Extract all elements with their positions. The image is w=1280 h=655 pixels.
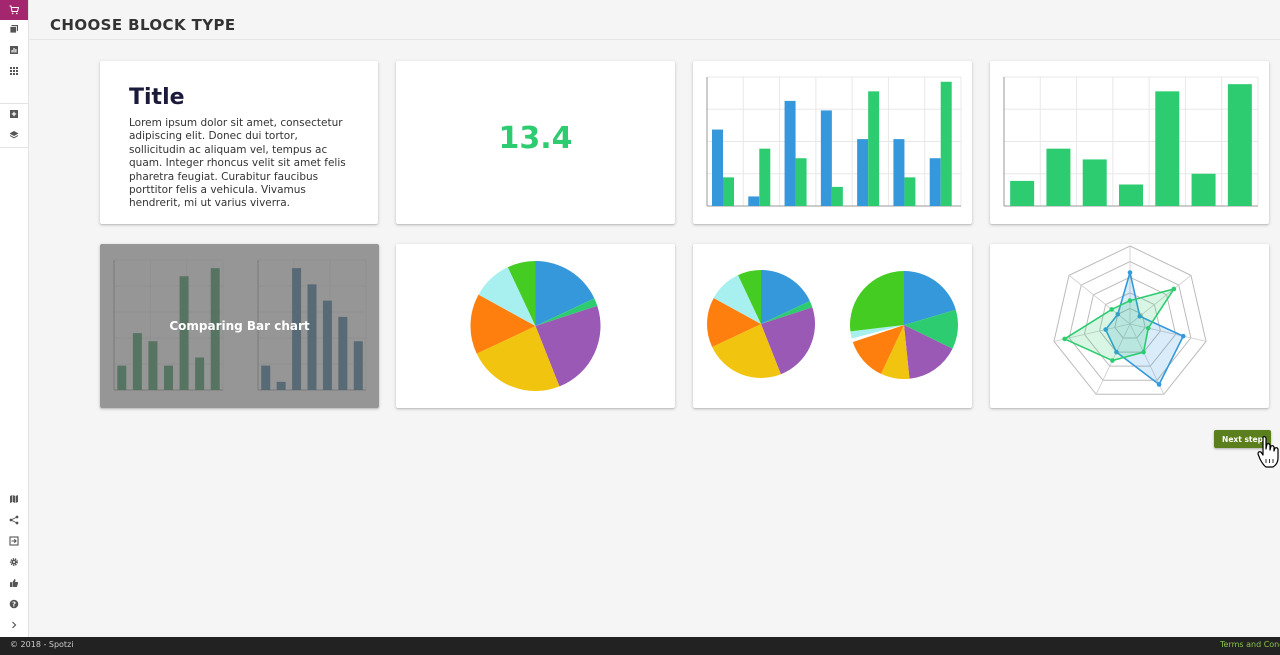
radar-point [1127,270,1133,275]
page-title: CHOOSE BLOCK TYPE [50,16,236,34]
sidebar-item-share[interactable] [0,510,28,530]
bar [1191,173,1216,206]
block-option-grouped-bar-chart[interactable] [693,61,972,224]
bar [904,177,916,206]
radar-point [1109,307,1115,312]
radar-point [1141,349,1146,355]
bar [1119,184,1143,206]
sidebar-item-layers[interactable] [0,125,28,145]
block-option-comparing-pie-chart[interactable] [693,244,972,408]
gear-icon [10,558,18,566]
map-icon [10,495,18,503]
bar [1010,180,1035,206]
hand-cursor-icon [1257,436,1279,468]
number-block-value: 13.4 [498,121,573,156]
radar-point [1110,358,1115,363]
add-box-icon [10,110,18,118]
block-option-comparing-bar-chart[interactable]: Comparing Bar chart [100,244,379,408]
grouped-bar-chart [706,76,962,207]
bar [1046,148,1071,206]
block-option-number[interactable]: 13.4 [396,61,675,224]
svg-text:?: ? [12,601,16,609]
sidebar-item-reports[interactable] [0,40,28,60]
bar [795,158,807,206]
footer-copyright: © 2018 - Spotzi [10,640,74,649]
bar [940,81,952,206]
bar [723,177,734,206]
bar-chart-icon [10,46,18,54]
radar-point [1127,298,1133,303]
bar [1082,159,1107,206]
title-block-body: Lorem ipsum dolor sit amet, consectetur … [129,117,346,210]
sidebar-item-help[interactable]: ? [0,594,28,614]
header-divider [29,39,1280,40]
block-option-bar-chart[interactable] [990,61,1269,224]
hover-overlay: Comparing Bar chart [100,244,379,408]
sidebar-item-feedback[interactable] [0,573,28,593]
help-icon: ? [9,599,19,609]
pie-slice [850,271,904,332]
layers-icon [9,131,19,139]
bar [784,100,796,206]
radar-point [1145,325,1151,331]
radar-point [1156,382,1162,387]
grid-icon [10,67,18,75]
comparing-bar-label: Comparing Bar chart [169,319,310,333]
sidebar: ? [0,0,29,637]
images-icon [9,25,18,34]
block-option-radar-chart[interactable] [990,244,1269,408]
sidebar-item-cart[interactable] [0,0,28,20]
bar [1155,91,1180,206]
chevron-right-icon [12,621,17,629]
title-block-heading: Title [129,85,185,110]
sidebar-divider [0,147,28,148]
sidebar-item-images[interactable] [0,19,28,39]
sidebar-item-map[interactable] [0,489,28,509]
bar-chart [1003,76,1259,207]
radar-point [1062,336,1067,342]
radar-point [1171,286,1177,292]
bar [831,186,843,206]
bar [759,148,771,206]
bar [929,158,941,206]
cart-icon [9,5,19,15]
pie-chart [470,261,601,391]
logout-icon [9,536,19,546]
sidebar-item-logout[interactable] [0,531,28,551]
block-option-pie-chart[interactable] [396,244,675,408]
bar [820,110,832,206]
radar-chart [1053,245,1207,395]
bar [748,196,760,206]
terms-link[interactable]: Terms and Conditi [1220,640,1280,649]
sidebar-item-grid[interactable] [0,61,28,81]
bar [1227,84,1252,206]
sidebar-item-add[interactable] [0,104,28,124]
bar [857,139,869,206]
block-option-title-text[interactable]: Title Lorem ipsum dolor sit amet, consec… [100,61,378,224]
bar [868,91,880,206]
bar [712,129,723,206]
sidebar-expand-toggle[interactable] [0,615,28,635]
thumbs-up-icon [10,579,19,587]
bar [893,139,905,206]
radar-point [1180,333,1186,339]
footer: © 2018 - Spotzi Terms and Conditi [0,637,1280,655]
comparing-pie-chart [707,270,958,379]
share-icon [9,515,19,525]
sidebar-item-settings[interactable] [0,552,28,572]
